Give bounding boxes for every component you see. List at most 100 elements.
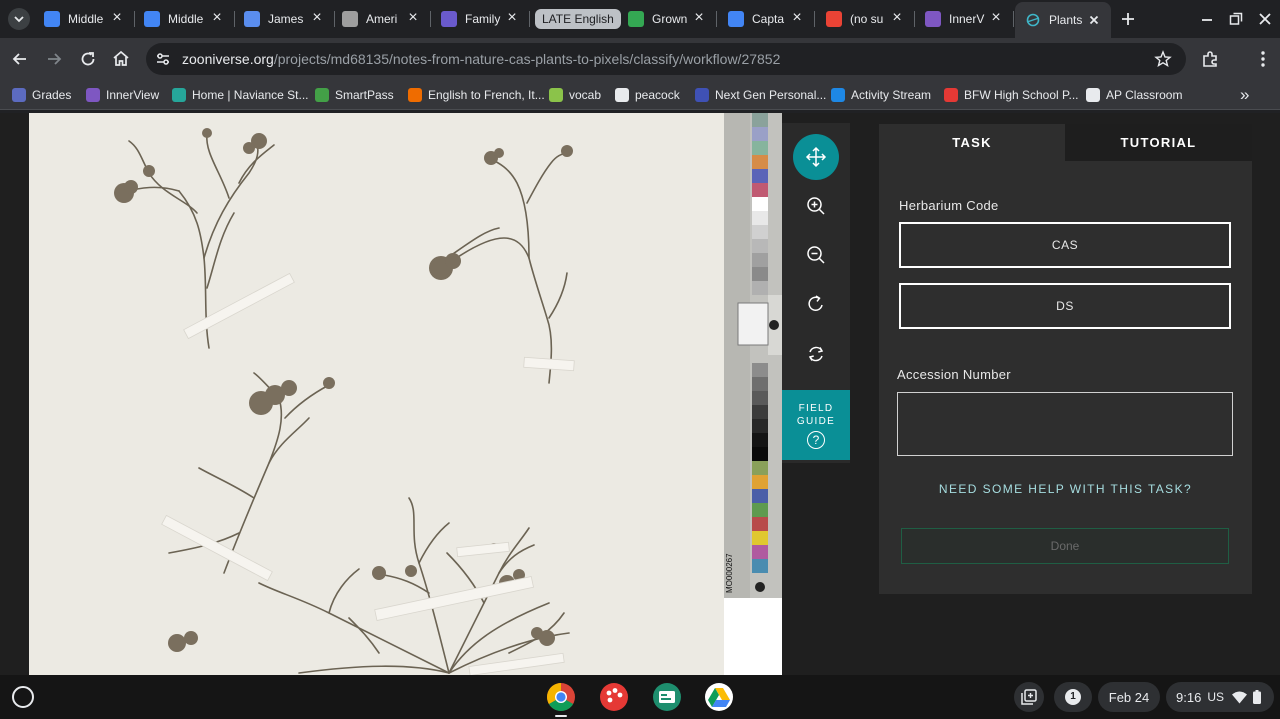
restore-icon[interactable] (1226, 9, 1246, 29)
more-menu-icon[interactable] (1252, 48, 1274, 70)
clock-time: 9:16 (1176, 689, 1202, 705)
tab-plants-active[interactable]: Plants (1015, 2, 1111, 38)
holding-space-button[interactable] (1014, 682, 1044, 712)
bookmark-item[interactable]: peacock (615, 86, 680, 104)
browser-tab[interactable]: Middle × (144, 6, 224, 32)
chevron-down-icon (14, 16, 24, 23)
bookmark-star-icon[interactable] (1154, 50, 1172, 68)
need-help-link[interactable]: NEED SOME HELP WITH THIS TASK? (879, 482, 1252, 496)
bookmark-item[interactable]: SmartPass (315, 86, 394, 104)
tab-favicon-icon (44, 11, 60, 27)
notification-counter[interactable]: 1 (1054, 682, 1092, 712)
tab-separator (1013, 11, 1014, 27)
minimize-icon[interactable] (1197, 9, 1217, 29)
field-guide-button[interactable]: FIELD GUIDE ? (782, 390, 850, 460)
tab-label: Grown (652, 12, 688, 26)
specimen-image-viewer[interactable] (29, 113, 724, 675)
address-bar[interactable]: zooniverse.org/projects/md68135/notes-fr… (146, 43, 1186, 75)
close-icon[interactable]: × (790, 10, 804, 26)
field-guide-label-line1: FIELD (798, 403, 834, 414)
bookmark-label: English to French, It... (428, 88, 545, 102)
date-tray-button[interactable]: Feb 24 (1098, 682, 1160, 712)
rotate-button[interactable] (793, 281, 839, 327)
tab-separator (814, 11, 815, 27)
close-icon[interactable]: × (989, 10, 1003, 26)
bookmark-item[interactable]: English to French, It... (408, 86, 545, 104)
canvas-paint-icon[interactable] (599, 682, 629, 712)
extensions-icon[interactable] (1199, 48, 1221, 70)
option-cas-button[interactable]: CAS (899, 222, 1231, 268)
google-drive-icon[interactable] (704, 682, 734, 712)
tab-separator (134, 11, 135, 27)
zoom-out-button[interactable] (793, 232, 839, 278)
reload-icon[interactable] (77, 48, 99, 70)
reset-view-button[interactable] (793, 331, 839, 377)
tab-favicon-icon (342, 11, 358, 27)
bookmark-item[interactable]: Next Gen Personal... (695, 86, 826, 104)
bookmark-favicon-icon (831, 88, 845, 102)
close-icon[interactable]: × (310, 10, 324, 26)
accession-number-input[interactable] (897, 392, 1233, 456)
close-icon[interactable]: × (406, 10, 420, 26)
close-icon[interactable]: × (210, 10, 224, 26)
browser-tab[interactable]: (no su × (826, 6, 904, 32)
classroom-icon[interactable] (652, 682, 682, 712)
close-icon[interactable]: × (692, 10, 706, 26)
done-button[interactable]: Done (901, 528, 1229, 564)
browser-tab[interactable]: Ameri × (342, 6, 420, 32)
bookmark-item[interactable]: Activity Stream (831, 86, 931, 104)
tab-tutorial[interactable]: TUTORIAL (1065, 124, 1252, 161)
bookmark-item[interactable]: InnerView (86, 86, 159, 104)
bookmark-favicon-icon (1086, 88, 1100, 102)
option-ds-button[interactable]: DS (899, 283, 1231, 329)
bookmark-item[interactable]: Home | Naviance St... (172, 86, 309, 104)
notification-count-badge: 1 (1065, 689, 1081, 705)
bookmark-favicon-icon (615, 88, 629, 102)
browser-tab[interactable]: James × (244, 6, 324, 32)
bookmark-item[interactable]: BFW High School P... (944, 86, 1079, 104)
zoom-in-icon (807, 197, 825, 215)
tab-task[interactable]: TASK (879, 124, 1065, 161)
browser-tab[interactable]: InnerV × (925, 6, 1003, 32)
close-icon[interactable] (1087, 13, 1101, 27)
system-shelf: 1 Feb 24 9:16 US (0, 675, 1280, 719)
bookmarks-overflow-button[interactable]: » (1240, 85, 1249, 105)
move-tool-button[interactable] (793, 134, 839, 180)
tab-search-button[interactable] (8, 8, 30, 30)
browser-tab[interactable]: Family × (441, 6, 519, 32)
tab-favicon-icon (244, 11, 260, 27)
close-icon[interactable]: × (505, 10, 519, 26)
status-area-button[interactable]: 9:16 US (1166, 682, 1274, 712)
bookmark-label: Grades (32, 88, 72, 102)
bookmark-item[interactable]: Grades (12, 86, 71, 104)
tab-label: Capta (752, 12, 785, 26)
bookmark-item[interactable]: vocab (549, 86, 601, 104)
back-icon[interactable] (9, 48, 31, 70)
zoom-in-button[interactable] (793, 183, 839, 229)
chrome-icon[interactable] (546, 682, 576, 712)
tab-group-chip-late-english[interactable]: LATE English (535, 9, 621, 29)
bookmark-favicon-icon (408, 88, 422, 102)
site-settings-icon[interactable] (154, 50, 172, 68)
tab-separator (334, 11, 335, 27)
launcher-icon[interactable] (12, 686, 34, 708)
browser-tab[interactable]: Middle × (44, 6, 124, 32)
close-icon[interactable]: × (110, 10, 124, 26)
rotate-icon (808, 295, 823, 311)
new-tab-icon[interactable] (1118, 9, 1138, 29)
close-window-icon[interactable] (1255, 9, 1275, 29)
close-icon[interactable]: × (890, 10, 904, 26)
url-path: /projects/md68135/notes-from-nature-cas-… (273, 51, 781, 67)
plant-specimen-image (114, 128, 575, 675)
tab-separator (430, 11, 431, 27)
bookmark-label: InnerView (106, 88, 160, 102)
zoom-out-icon (807, 246, 825, 264)
browser-tab[interactable]: Grown × (628, 6, 706, 32)
tab-label: Plants (1049, 13, 1083, 27)
input-method-locale: US (1207, 690, 1224, 704)
browser-tab[interactable]: Capta × (728, 6, 804, 32)
bookmark-favicon-icon (549, 88, 563, 102)
home-icon[interactable] (110, 48, 132, 70)
bookmark-item[interactable]: AP Classroom (1086, 86, 1182, 104)
forward-icon[interactable] (43, 48, 65, 70)
